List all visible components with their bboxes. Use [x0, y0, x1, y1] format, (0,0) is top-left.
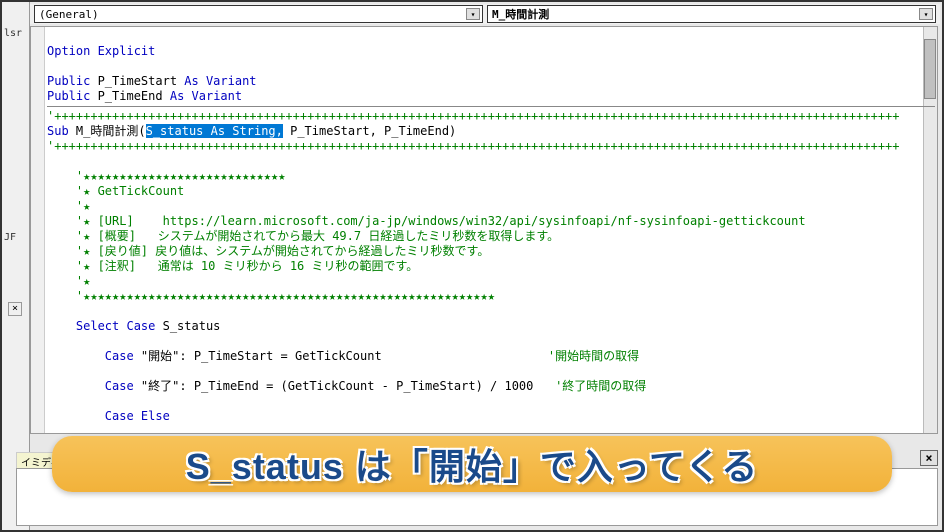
code-comment: '★★★★★★★★★★★★★★★★★★★★★★★★★★★★ [47, 169, 285, 183]
code-text: "開始": P_TimeStart = GetTickCount [134, 349, 548, 363]
code-comment: '+++++++++++++++++++++++++++++++++++++++… [47, 109, 900, 123]
code-kw: Select Case [47, 319, 155, 333]
vbe-window: lsr JF × (General) ▾ M_時間計測 ▾ Option Exp… [0, 0, 944, 532]
object-dropdown[interactable]: (General) ▾ [34, 5, 483, 23]
left-dock-rail: lsr JF × [2, 2, 30, 530]
code-comment: '開始時間の取得 [548, 349, 639, 363]
annotation-text: S_status は「開始」で入ってくる [186, 438, 758, 490]
code-editor[interactable]: Option Explicit Public P_TimeStart As Va… [30, 26, 938, 434]
code-text: S_status [155, 319, 220, 333]
code-text: M_時間計測( [69, 124, 146, 138]
chevron-down-icon: ▾ [919, 8, 933, 20]
immediate-close-button[interactable]: × [920, 450, 938, 466]
code-kw: Sub [47, 124, 69, 138]
code-content: Option Explicit Public P_TimeStart As Va… [47, 29, 935, 434]
code-comment: '★ [注釈] 通常は 10 ミリ秒から 16 ミリ秒の範囲です。 [47, 259, 418, 273]
code-comment: '終了時間の取得 [555, 379, 646, 393]
code-kw: Case [47, 349, 134, 363]
code-text: P_TimeStart [90, 74, 184, 88]
code-text: "終了": P_TimeEnd = (GetTickCount - P_Time… [134, 379, 555, 393]
code-comment: '★ [戻り値] 戻り値は、システムが開始されてから経過したミリ秒数です。 [47, 244, 489, 258]
code-text: P_TimeStart, P_TimeEnd) [283, 124, 456, 138]
procedure-dropdown-value: M_時間計測 [492, 6, 549, 22]
code-comment: '+++++++++++++++++++++++++++++++++++++++… [47, 139, 900, 153]
dock-label-2: JF [4, 232, 16, 243]
code-gutter [31, 27, 45, 433]
code-kw: Public [47, 74, 90, 88]
code-comment: '★ [47, 199, 90, 213]
code-comment: '★★★★★★★★★★★★★★★★★★★★★★★★★★★★★★★★★★★★★★★… [47, 289, 495, 303]
dock-close-button[interactable]: × [8, 302, 22, 316]
code-comment: '★ [概要] システムが開始されてから最大 49.7 日経過したミリ秒数を取得… [47, 229, 559, 243]
code-text: P_TimeEnd [90, 89, 169, 103]
dock-label-1: lsr [4, 28, 22, 39]
object-dropdown-value: (General) [39, 8, 99, 21]
code-kw: Case Else [47, 409, 170, 423]
separator-line [47, 106, 935, 107]
code-comment: '★ [47, 274, 90, 288]
code-comment: '★ GetTickCount [47, 184, 184, 198]
code-kw: As Variant [184, 74, 256, 88]
annotation-overlay: S_status は「開始」で入ってくる [52, 436, 892, 492]
code-kw: As Variant [170, 89, 242, 103]
code-kw: Case [47, 379, 134, 393]
code-comment: '★ [URL] https://learn.microsoft.com/ja-… [47, 214, 806, 228]
chevron-down-icon: ▾ [466, 8, 480, 20]
code-kw: Public [47, 89, 90, 103]
selected-text: S_status As String, [146, 124, 283, 138]
code-toolbar: (General) ▾ M_時間計測 ▾ [30, 4, 940, 24]
procedure-dropdown[interactable]: M_時間計測 ▾ [487, 5, 936, 23]
code-line: Option Explicit [47, 44, 155, 58]
